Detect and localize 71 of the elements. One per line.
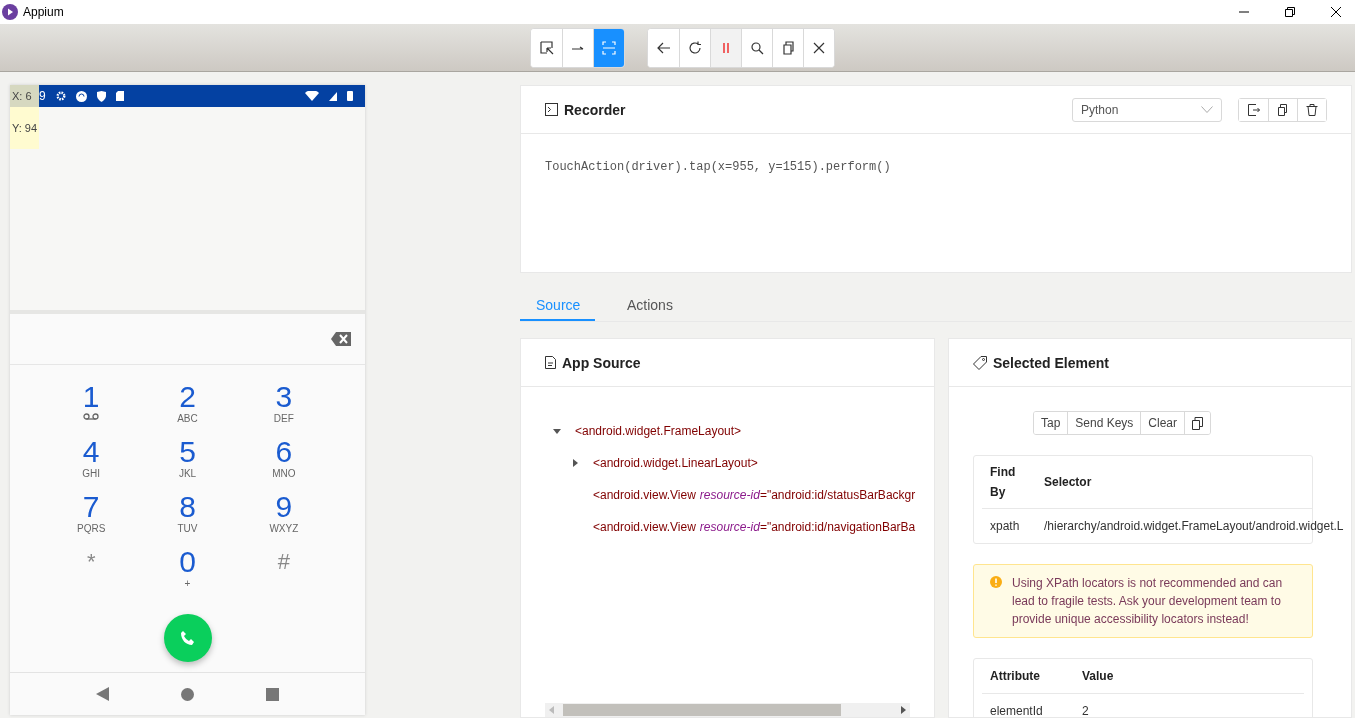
backspace-icon[interactable] — [331, 332, 351, 346]
table-cell-text: elementId — [989, 704, 1044, 717]
tree-node[interactable]: <android.widget.LinearLayout> — [593, 456, 758, 470]
close-button[interactable] — [803, 28, 834, 67]
copy-icon — [1277, 103, 1289, 116]
column-header: Find By — [989, 464, 1017, 501]
language-dropdown[interactable]: Python — [1072, 97, 1222, 122]
dial-key[interactable]: 8 TUV — [139, 491, 236, 546]
tree-node[interactable]: <android.view.View resource-id="android:id/statusBarBackgr — [593, 488, 916, 502]
search-icon — [750, 40, 764, 55]
dial-key[interactable]: 4 GHI — [43, 436, 140, 491]
collapsed-caret-icon[interactable] — [571, 459, 579, 467]
recorded-code: TouchAction(driver).tap(x=955, y=1515).perform() — [545, 160, 891, 174]
table-cell: /hierarchy/android.widget.FrameLayout/android.widget.L — [1044, 519, 1344, 533]
close-icon — [812, 40, 826, 55]
shield-icon — [96, 90, 106, 102]
battery-icon — [347, 91, 353, 101]
copy-icon — [1192, 416, 1204, 430]
column-header: Selector — [1044, 475, 1092, 489]
dial-key[interactable]: 7 PQRS — [43, 491, 140, 546]
table-cell: 2 — [1082, 704, 1089, 717]
document-icon — [545, 356, 556, 369]
warning-icon — [990, 576, 1002, 588]
back-icon[interactable] — [95, 687, 110, 701]
expanded-caret-icon[interactable] — [553, 427, 561, 435]
voicemail-icon — [83, 413, 100, 420]
dial-key[interactable]: 2 ABC — [139, 381, 236, 436]
dial-key[interactable]: 0 + — [139, 546, 236, 601]
refresh-icon — [688, 40, 702, 55]
home-icon[interactable] — [181, 687, 195, 701]
copy-icon — [781, 40, 795, 55]
tree-node[interactable]: <android.widget.FrameLayout> — [575, 424, 742, 438]
pause-button[interactable] — [710, 28, 741, 67]
delete-button[interactable] — [1297, 98, 1326, 121]
tap-mode-button[interactable] — [593, 28, 624, 67]
copy-button[interactable] — [1184, 412, 1211, 434]
dial-key[interactable]: 9 WXYZ — [235, 491, 332, 546]
dial-key[interactable]: 6 MNO — [235, 436, 332, 491]
close-icon[interactable] — [1331, 7, 1341, 17]
terminal-icon — [545, 103, 558, 116]
dial-key[interactable]: 1 — [43, 381, 140, 436]
sd-card-icon — [115, 91, 124, 101]
panel-title: Recorder — [564, 101, 626, 118]
panel-title: App Source — [562, 354, 641, 371]
recents-icon[interactable] — [266, 687, 280, 701]
back-icon — [656, 40, 671, 55]
column-header: Value — [1082, 669, 1114, 683]
tag-icon — [973, 355, 987, 370]
signal-icon — [329, 91, 337, 101]
phone-icon — [179, 630, 196, 646]
chevron-down-icon — [1201, 106, 1213, 113]
export-icon — [1247, 103, 1260, 116]
dial-key[interactable]: 3 DEF — [235, 381, 332, 436]
warning-message: Using XPath locators is not recommended and can lead to fragile tests. Ask your development team to provide unique accessibility locators instead! — [1012, 575, 1284, 628]
table-cell-text: xpath — [989, 518, 1021, 535]
panel-title: Selected Element — [993, 354, 1109, 371]
gear-icon — [55, 91, 66, 101]
x-coordinate: X: 6 — [10, 85, 39, 107]
dial-key[interactable]: # — [235, 546, 332, 601]
horizontal-scrollbar[interactable] — [545, 703, 910, 717]
restore-icon[interactable] — [1285, 7, 1295, 17]
scroll-right-icon[interactable] — [900, 706, 906, 714]
column-header: Attribute — [989, 669, 1041, 683]
dial-key[interactable]: 5 JKL — [139, 436, 236, 491]
dial-key[interactable]: * — [43, 546, 140, 601]
window-title: Appium — [23, 5, 64, 19]
trash-icon — [1306, 103, 1318, 116]
tree-node[interactable]: <android.view.View resource-id="android:id/navigationBarBa — [593, 520, 916, 534]
wifi-icon — [305, 91, 319, 101]
tab[interactable]: Actions — [611, 290, 689, 321]
status-time: 9 — [39, 89, 46, 103]
